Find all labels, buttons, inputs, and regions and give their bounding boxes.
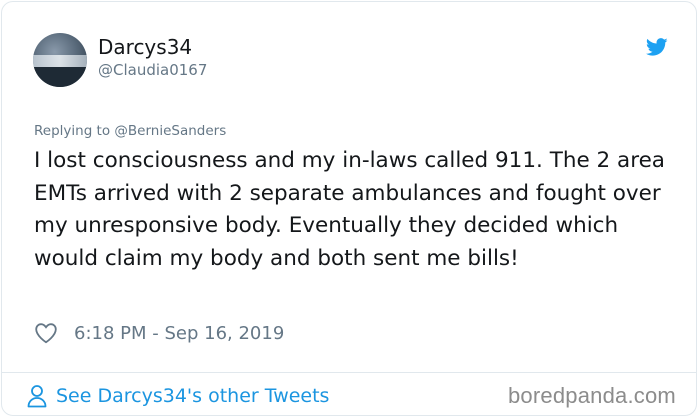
- see-other-tweets-link[interactable]: See Darcys34's other Tweets: [26, 383, 329, 409]
- replying-to[interactable]: Replying to @BernieSanders: [34, 122, 226, 140]
- footer-divider: [2, 372, 696, 373]
- person-icon: [27, 385, 47, 408]
- watermark: boredpanda.com: [508, 383, 676, 408]
- author-display-name[interactable]: Darcys34: [98, 34, 192, 60]
- heart-icon[interactable]: [34, 322, 58, 344]
- avatar[interactable]: [33, 33, 87, 87]
- tweet-card: Darcys34 @Claudia0167 Replying to @Berni…: [1, 1, 697, 416]
- tweet-meta: 6:18 PM - Sep 16, 2019: [34, 320, 284, 346]
- tweet-timestamp[interactable]: 6:18 PM - Sep 16, 2019: [74, 323, 284, 344]
- tweet-text: I lost consciousness and my in-laws call…: [34, 148, 665, 271]
- see-other-tweets-label[interactable]: See Darcys34's other Tweets: [56, 385, 329, 407]
- twitter-bird-icon[interactable]: [644, 36, 670, 58]
- author-handle[interactable]: @Claudia0167: [98, 60, 207, 80]
